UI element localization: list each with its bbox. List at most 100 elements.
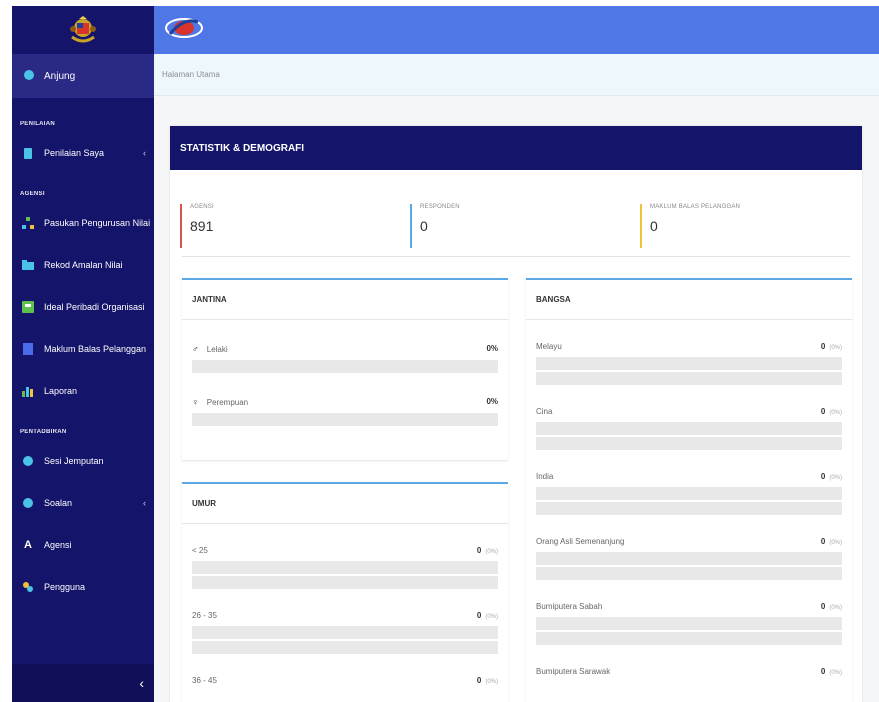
- sidebar-item-label: Maklum Balas Pelanggan: [44, 344, 147, 354]
- breadcrumb: Halaman Utama: [154, 54, 879, 96]
- sidebar-item-label: Ideal Peribadi Organisasi: [44, 302, 145, 312]
- sidebar-item-label: Pengguna: [44, 582, 86, 592]
- sidebar-item-penilaian-saya[interactable]: Penilaian Saya ‹: [12, 132, 154, 174]
- progress-bar: [536, 552, 842, 565]
- sidebar-item-label: Soalan: [44, 498, 73, 508]
- breadcrumb-item[interactable]: Halaman Utama: [162, 70, 220, 79]
- chevron-left-icon: ‹: [143, 498, 146, 508]
- row-value: 0: [476, 611, 482, 620]
- card-bangsa: BANGSA Melayu 0 (0%) Cina 0 (0%) India 0 (0…: [526, 278, 852, 702]
- progress-bar: [536, 487, 842, 500]
- row-label: 26 - 35: [192, 611, 217, 620]
- card-umur: UMUR < 25 0 (0%) 26 - 35 0 (0%) 36 - 45 0(…: [182, 482, 508, 702]
- stat-responden: RESPONDEN 0: [410, 204, 638, 248]
- row-percent: (0%): [485, 679, 498, 685]
- list-item: Orang Asli Semenanjung 0 (0%): [526, 537, 852, 580]
- progress-bar: [536, 437, 842, 450]
- sidebar-item-ideal[interactable]: Ideal Peribadi Organisasi: [12, 286, 154, 328]
- female-icon: ♀: [192, 397, 199, 407]
- sidebar-item-label: Agensi: [44, 540, 72, 550]
- list-item: < 25 0 (0%): [182, 546, 508, 589]
- sidebar-item-anjung[interactable]: Anjung: [12, 54, 154, 98]
- sidebar-collapse-button[interactable]: ‹: [12, 664, 154, 702]
- row-percent: (0%): [829, 410, 842, 416]
- stat-value: 0: [650, 218, 658, 234]
- divider: [182, 256, 850, 257]
- section-penilaian: PENILAIAN: [20, 121, 56, 127]
- sidebar-item-label: Sesi Jemputan: [44, 456, 104, 466]
- chevron-left-icon: ‹: [139, 675, 144, 691]
- stat-maklum-balas: MAKLUM BALAS PELANGGAN 0: [640, 204, 850, 248]
- card-title: BANGSA: [526, 280, 852, 320]
- question-icon: [22, 497, 34, 509]
- list-item: Bumiputera Sarawak 0 (0%): [526, 667, 852, 676]
- building-icon: A: [24, 539, 32, 551]
- progress-bar: [536, 372, 842, 385]
- row-label: Lelaki: [206, 344, 228, 354]
- row-label: Melayu: [536, 342, 562, 351]
- list-item: ♀ Perempuan 0%: [182, 397, 508, 426]
- panel-title: STATISTIK & DEMOGRAFI: [170, 126, 862, 170]
- coat-of-arms-logo: [12, 6, 154, 54]
- sidebar-item-label: Laporan: [44, 386, 78, 396]
- card-title: JANTINA: [182, 280, 508, 320]
- file-icon: [22, 147, 34, 159]
- top-bar: [154, 6, 879, 54]
- row-value: 0: [476, 546, 482, 555]
- home-icon: [24, 69, 34, 83]
- stat-label: AGENSI: [190, 204, 214, 210]
- row-label: < 25: [192, 546, 208, 555]
- stat-label: RESPONDEN: [420, 204, 460, 210]
- row-percent: (0%): [829, 345, 842, 351]
- row-value: 0: [820, 342, 826, 351]
- main-content: STATISTIK & DEMOGRAFI AGENSI 891 RESPOND…: [154, 96, 879, 702]
- list-item: 26 - 35 0 (0%): [182, 611, 508, 654]
- org-chart-icon: [22, 217, 34, 229]
- brand-logo[interactable]: [164, 15, 204, 46]
- sidebar-item-label: Rekod Amalan Nilai: [44, 260, 123, 270]
- row-label: Perempuan: [206, 397, 249, 407]
- sidebar-item-maklum[interactable]: Maklum Balas Pelanggan: [12, 328, 154, 370]
- row-value: 0: [820, 667, 826, 676]
- progress-bar: [536, 422, 842, 435]
- row-percent: (0%): [829, 670, 842, 676]
- chevron-left-icon: ‹: [143, 148, 146, 158]
- sidebar-item-pengguna[interactable]: Pengguna: [12, 566, 154, 608]
- row-label: Bumiputera Sarawak: [536, 667, 611, 676]
- folder-icon: [22, 259, 34, 271]
- row-percent: (0%): [829, 605, 842, 611]
- row-label: Cina: [536, 407, 553, 416]
- row-label: Orang Asli Semenanjung: [536, 537, 625, 546]
- report-icon: [22, 385, 34, 397]
- row-value: 0: [476, 676, 482, 685]
- row-value: 0: [820, 537, 826, 546]
- section-agensi: AGENSI: [20, 191, 45, 197]
- row-value: 0: [820, 407, 826, 416]
- sidebar-item-label: Penilaian Saya: [44, 148, 105, 158]
- progress-bar: [536, 567, 842, 580]
- progress-bar: [192, 576, 498, 589]
- progress-bar: [192, 626, 498, 639]
- list-item: India 0 (0%): [526, 472, 852, 515]
- sidebar-item-sesi[interactable]: Sesi Jemputan: [12, 440, 154, 482]
- id-card-icon: [22, 301, 34, 313]
- invite-icon: [22, 455, 34, 467]
- sidebar-item-agensi[interactable]: A Agensi: [12, 524, 154, 566]
- row-percent: (0%): [829, 475, 842, 481]
- sidebar-item-laporan[interactable]: Laporan: [12, 370, 154, 412]
- stat-agensi: AGENSI 891: [180, 204, 408, 248]
- feedback-icon: [22, 343, 34, 355]
- card-jantina: JANTINA ♂ Lelaki 0% ♀ Perempuan 0%: [182, 278, 508, 460]
- sidebar-item-rekod[interactable]: Rekod Amalan Nilai: [12, 244, 154, 286]
- sidebar: Anjung PENILAIAN Penilaian Saya ‹ AGENSI…: [12, 6, 154, 702]
- row-label: 36 - 45: [192, 676, 217, 685]
- sidebar-item-pasukan[interactable]: Pasukan Pengurusan Nilai: [12, 202, 154, 244]
- row-label: India: [536, 472, 554, 481]
- sidebar-item-label: Pasukan Pengurusan Nilai: [44, 218, 151, 228]
- list-item: Melayu 0 (0%): [526, 342, 852, 385]
- list-item: Cina 0 (0%): [526, 407, 852, 450]
- stat-label: MAKLUM BALAS PELANGGAN: [650, 204, 741, 210]
- row-percent: (0%): [485, 614, 498, 620]
- progress-bar: [536, 357, 842, 370]
- sidebar-item-soalan[interactable]: Soalan ‹: [12, 482, 154, 524]
